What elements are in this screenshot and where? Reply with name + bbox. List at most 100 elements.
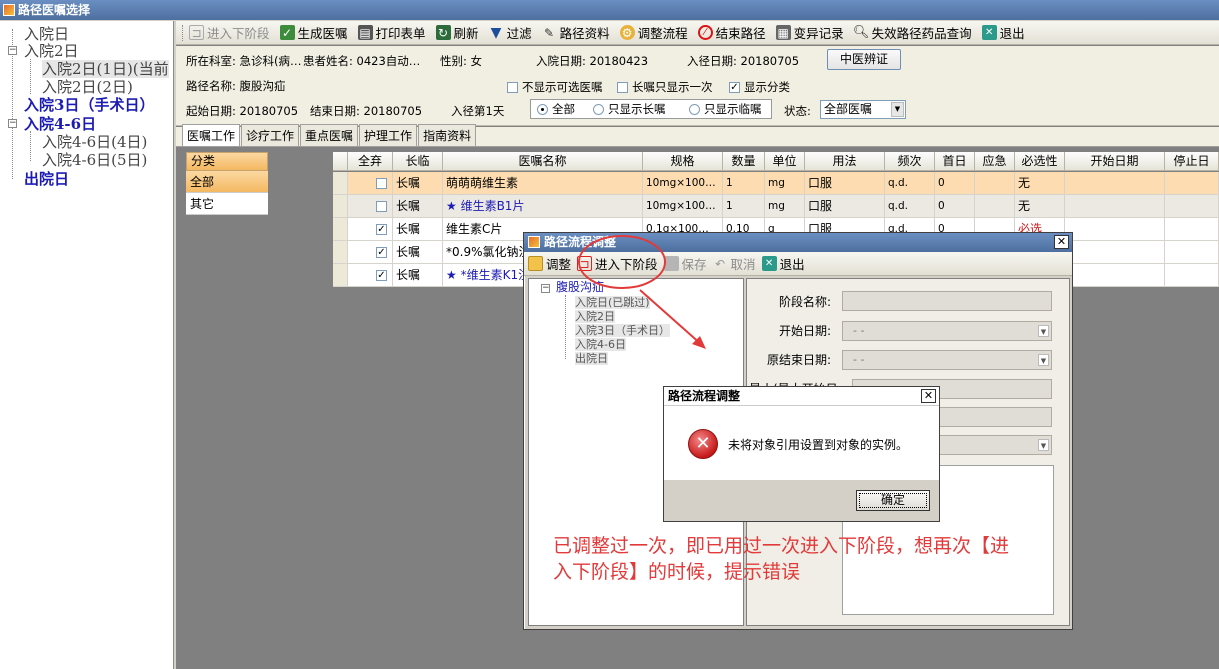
column-header-first-day[interactable]: 首日 xyxy=(935,152,975,171)
tree-item-day3[interactable]: 入院3日（手术日） xyxy=(24,96,154,114)
column-header-type[interactable]: 长临 xyxy=(393,152,443,171)
close-icon[interactable]: ✕ xyxy=(921,389,936,403)
flow-tree-item-day3[interactable]: 入院3日（手术日） xyxy=(575,324,670,337)
radio-long-only[interactable]: 只显示长嘱 xyxy=(593,102,666,116)
column-header-freq[interactable]: 频次 xyxy=(885,152,935,171)
tree-item-day4-6[interactable]: 入院4-6日 xyxy=(24,115,96,133)
cell-unit: mg xyxy=(765,195,805,218)
cell-first: 0 xyxy=(935,172,975,195)
expired-drug-query-button[interactable]: 🔍︎ 失效路径药品查询 xyxy=(853,23,972,42)
flow-save-button[interactable]: 保存 xyxy=(663,254,707,273)
flow-tree-item-day2[interactable]: 入院2日 xyxy=(575,310,615,323)
category-item-all[interactable]: 全部 xyxy=(186,171,268,193)
tab-orders[interactable]: 医嘱工作 xyxy=(182,124,241,146)
column-header-urgent[interactable]: 应急 xyxy=(975,152,1015,171)
category-item-other[interactable]: 其它 xyxy=(186,193,268,215)
flow-exit-button[interactable]: ✕ 退出 xyxy=(761,254,805,273)
column-header-spec[interactable]: 规格 xyxy=(643,152,723,171)
row-header[interactable] xyxy=(333,264,348,287)
close-icon[interactable]: ✕ xyxy=(1054,235,1069,249)
tab-key-orders[interactable]: 重点医嘱 xyxy=(300,124,359,146)
column-header-usage[interactable]: 用法 xyxy=(805,152,885,171)
checkbox-checked-icon[interactable]: ✓ xyxy=(376,270,387,281)
tree-item-day2-2[interactable]: 入院2日(2日) xyxy=(42,78,133,96)
document-edit-icon: ✎ xyxy=(544,25,555,40)
generate-orders-button[interactable]: ✓ 生成医嘱 xyxy=(279,23,348,42)
pathway-info-button[interactable]: ✎ 路径资料 xyxy=(542,23,610,42)
end-pathway-button[interactable]: ⁄ 结束路径 xyxy=(697,23,766,42)
filter-icon: ▼ xyxy=(490,24,502,41)
pathway-stage-tree: 入院日 − 入院2日 入院2日(1日)(当前 入院2日(2日) 入院3日（手术日… xyxy=(0,21,174,669)
undo-icon: ↶ xyxy=(715,256,726,271)
tree-item-discharge[interactable]: 出院日 xyxy=(24,170,69,188)
cell-start xyxy=(1065,195,1165,218)
radio-icon xyxy=(593,104,604,115)
variation-log-button[interactable]: ▦ 变异记录 xyxy=(775,23,844,42)
ok-button[interactable]: 确定 xyxy=(856,490,930,511)
cell-spec: 10mg×100… xyxy=(643,195,723,218)
tree-item-day2[interactable]: 入院2日 xyxy=(24,42,79,60)
cell-checked[interactable]: ✓ xyxy=(348,241,393,264)
chevron-down-icon: ▼ xyxy=(1038,439,1049,451)
row-header[interactable] xyxy=(333,172,348,195)
show-category-checkbox[interactable]: ✓ 显示分类 xyxy=(729,80,790,94)
radio-temp-only[interactable]: 只显示临嘱 xyxy=(689,102,762,116)
cell-checked[interactable]: ✓ xyxy=(348,218,393,241)
tree-item-day4-6-4[interactable]: 入院4-6日(4日) xyxy=(42,133,147,151)
tree-item-day1[interactable]: 入院日 xyxy=(24,25,69,43)
cell-checked[interactable] xyxy=(348,195,393,218)
row-header[interactable] xyxy=(333,218,348,241)
flow-adjust-button[interactable]: 调整 xyxy=(528,254,571,273)
column-header-discard[interactable]: 全弃 xyxy=(348,152,393,171)
next-stage-button[interactable]: ⊐ 进入下阶段 xyxy=(189,23,270,42)
exit-button[interactable]: ✕ 退出 xyxy=(981,23,1025,42)
checkbox-checked-icon[interactable]: ✓ xyxy=(376,224,387,235)
hide-optional-checkbox[interactable]: 不显示可选医嘱 xyxy=(507,80,603,94)
row-header[interactable] xyxy=(333,241,348,264)
flow-tree-item-discharge[interactable]: 出院日 xyxy=(575,352,608,365)
refresh-button[interactable]: ↻ 刷新 xyxy=(435,23,479,42)
tree-item-day4-6-5[interactable]: 入院4-6日(5日) xyxy=(42,151,147,169)
tree-item-day2-1[interactable]: 入院2日(1日)(当前 xyxy=(42,60,169,78)
collapse-icon[interactable]: − xyxy=(8,46,17,55)
collapse-icon[interactable]: − xyxy=(8,119,17,128)
stage-name-field[interactable] xyxy=(842,291,1052,311)
cell-type: 长嘱 xyxy=(393,241,443,264)
flow-cancel-button[interactable]: ↶ 取消 xyxy=(713,254,756,273)
tab-treatment[interactable]: 诊疗工作 xyxy=(241,124,300,146)
flow-next-stage-button[interactable]: ⊐ 进入下阶段 xyxy=(577,254,658,273)
table-row[interactable]: 长嘱 萌萌萌维生素 10mg×100… 1 mg 口服 q.d. 0 无 xyxy=(333,172,1219,195)
radio-all[interactable]: 全部 xyxy=(537,102,575,116)
checkbox-checked-icon[interactable]: ✓ xyxy=(376,247,387,258)
column-header-stop-date[interactable]: 停止日 xyxy=(1165,152,1219,171)
tab-nursing[interactable]: 护理工作 xyxy=(359,124,418,146)
table-row[interactable]: 长嘱 ★ 维生素B1片 10mg×100… 1 mg 口服 q.d. 0 无 xyxy=(333,195,1219,218)
row-header[interactable] xyxy=(333,195,348,218)
print-form-button[interactable]: ▤ 打印表单 xyxy=(357,23,426,42)
checkbox-icon[interactable] xyxy=(376,178,387,189)
cell-checked[interactable]: ✓ xyxy=(348,264,393,287)
flow-tree-item-day1[interactable]: 入院日(已跳过) xyxy=(575,296,650,309)
checkbox-icon[interactable] xyxy=(376,201,387,212)
tcm-diagnosis-button[interactable]: 中医辨证 xyxy=(827,49,901,70)
status-select[interactable]: 全部医嘱 ▼ xyxy=(820,100,906,119)
long-once-checkbox[interactable]: 长嘱只显示一次 xyxy=(617,80,713,94)
flow-tree-item-day4-6[interactable]: 入院4-6日 xyxy=(575,338,626,351)
row-header-corner xyxy=(333,152,348,171)
column-header-required[interactable]: 必选性 xyxy=(1015,152,1065,171)
filter-button[interactable]: ▼ 过滤 xyxy=(489,23,532,42)
column-header-name[interactable]: 医嘱名称 xyxy=(443,152,643,171)
patient-info-panel: 所在科室: 急诊科(病… 患者姓名: 0423自动… 性别: 女 入院日期: 2… xyxy=(176,46,1219,126)
cell-checked[interactable] xyxy=(348,172,393,195)
column-header-qty[interactable]: 数量 xyxy=(723,152,765,171)
flow-tree-root[interactable]: 腹股沟疝 xyxy=(556,281,605,294)
orig-end-date-field[interactable]: - - ▼ xyxy=(842,350,1052,370)
column-header-start-date[interactable]: 开始日期 xyxy=(1065,152,1165,171)
adjust-flow-button[interactable]: ⚙ 调整流程 xyxy=(619,23,688,42)
category-header: 分类 xyxy=(186,152,268,171)
tab-guidelines[interactable]: 指南资料 xyxy=(418,124,477,146)
collapse-icon[interactable]: − xyxy=(541,284,550,293)
column-header-unit[interactable]: 单位 xyxy=(765,152,805,171)
start-date-field[interactable]: - - ▼ xyxy=(842,321,1052,341)
cell-qty: 1 xyxy=(723,195,765,218)
